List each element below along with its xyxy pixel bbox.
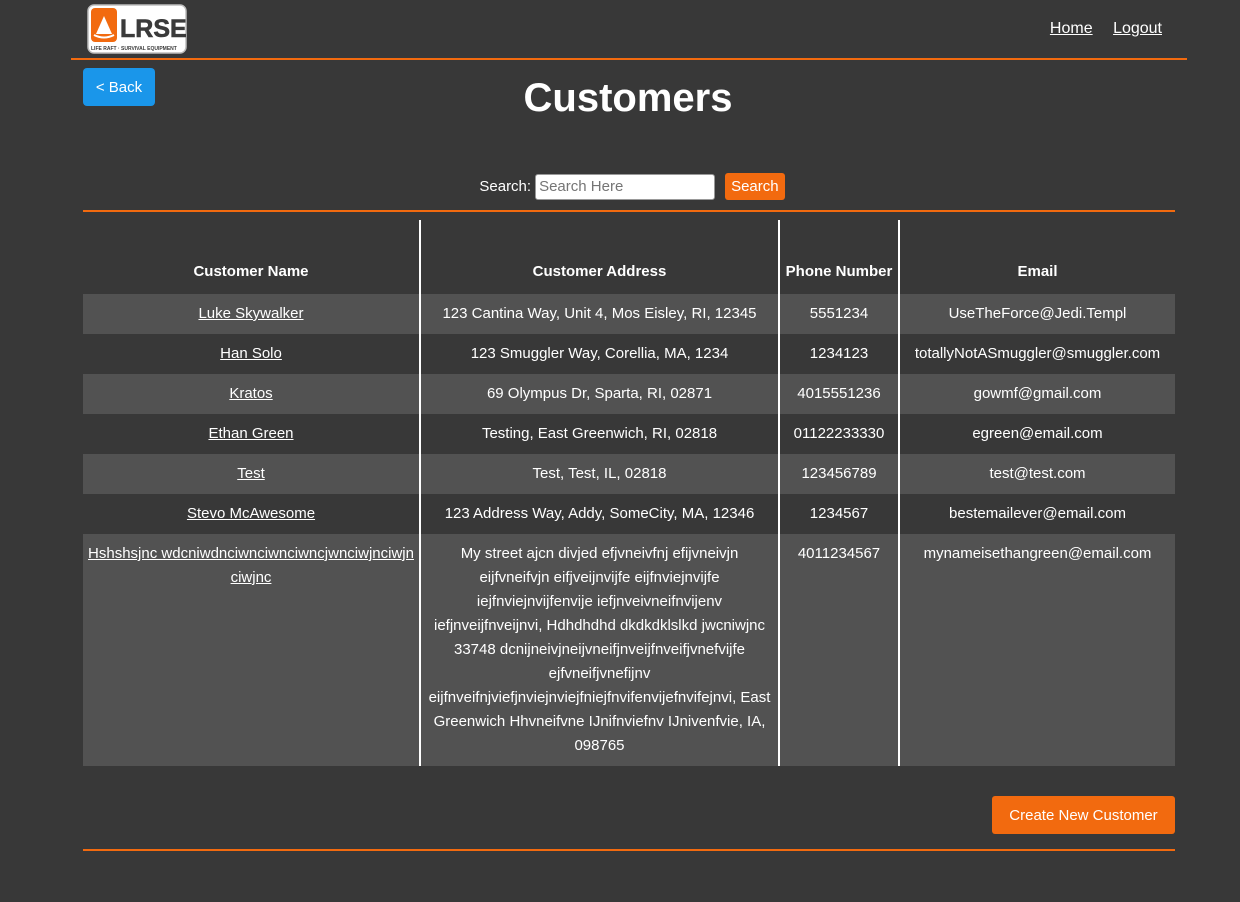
phone-cell: 123456789 xyxy=(778,454,899,494)
email-cell: totallyNotASmuggler@smuggler.com xyxy=(898,334,1175,374)
table-row: Luke Skywalker 123 Cantina Way, Unit 4, … xyxy=(83,294,1175,334)
divider xyxy=(83,849,1175,851)
table-row: Test Test, Test, IL, 02818 123456789 tes… xyxy=(83,454,1175,494)
table-row: Ethan Green Testing, East Greenwich, RI,… xyxy=(83,414,1175,454)
table-row: Stevo McAwesome 123 Address Way, Addy, S… xyxy=(83,494,1175,534)
customers-table: Customer Name Customer Address Phone Num… xyxy=(83,220,1175,766)
table-header-row: Customer Name Customer Address Phone Num… xyxy=(83,220,1175,294)
customer-name-link[interactable]: Ethan Green xyxy=(208,425,293,442)
header-customer-name: Customer Name xyxy=(193,263,309,280)
customer-name-link[interactable]: Hshshsjnc wdcniwdnciwnciwnciwncjwnciwjnc… xyxy=(88,545,414,586)
search-label: Search: xyxy=(479,178,532,195)
name-cell: Han Solo xyxy=(83,334,420,374)
customer-name-link[interactable]: Stevo McAwesome xyxy=(187,505,315,522)
phone-cell: 1234123 xyxy=(778,334,899,374)
name-cell: Luke Skywalker xyxy=(83,294,420,334)
header-email: Email xyxy=(898,220,1175,294)
customer-name-link[interactable]: Han Solo xyxy=(220,345,282,362)
email-cell: UseTheForce@Jedi.Templ xyxy=(898,294,1175,334)
header-customer-address: Customer Address xyxy=(419,220,779,294)
nav-logout-link[interactable]: Logout xyxy=(1113,20,1162,37)
address-cell: Testing, East Greenwich, RI, 02818 xyxy=(419,414,779,454)
svg-text:LIFE RAFT · SURVIVAL EQUIPMENT: LIFE RAFT · SURVIVAL EQUIPMENT xyxy=(91,46,177,52)
email-cell: test@test.com xyxy=(898,454,1175,494)
search-bar: Search: Search xyxy=(0,173,1240,200)
top-nav-links: Home Logout xyxy=(1034,20,1162,38)
name-cell: Kratos xyxy=(83,374,420,414)
name-cell: Test xyxy=(83,454,420,494)
lrse-logo[interactable]: LRSE LIFE RAFT · SURVIVAL EQUIPMENT xyxy=(87,4,187,54)
address-cell: 123 Address Way, Addy, SomeCity, MA, 123… xyxy=(419,494,779,534)
nav-home-link[interactable]: Home xyxy=(1050,20,1093,37)
email-cell: mynameisethangreen@email.com xyxy=(898,534,1175,766)
customer-name-link[interactable]: Kratos xyxy=(229,385,272,402)
email-cell: gowmf@gmail.com xyxy=(898,374,1175,414)
table-row: Hshshsjnc wdcniwdnciwnciwnciwncjwnciwjnc… xyxy=(83,534,1175,766)
create-new-customer-button[interactable]: Create New Customer xyxy=(992,796,1175,834)
email-cell: egreen@email.com xyxy=(898,414,1175,454)
header-phone-number: Phone Number xyxy=(778,220,899,294)
address-cell: 69 Olympus Dr, Sparta, RI, 02871 xyxy=(419,374,779,414)
phone-cell: 1234567 xyxy=(778,494,899,534)
phone-cell: 4011234567 xyxy=(778,534,899,766)
top-navbar: LRSE LIFE RAFT · SURVIVAL EQUIPMENT Home… xyxy=(71,0,1187,60)
svg-text:LRSE: LRSE xyxy=(120,15,187,43)
customer-name-link[interactable]: Test xyxy=(237,465,265,482)
phone-cell: 01122233330 xyxy=(778,414,899,454)
phone-cell: 4015551236 xyxy=(778,374,899,414)
customer-name-link[interactable]: Luke Skywalker xyxy=(198,305,303,322)
name-cell: Stevo McAwesome xyxy=(83,494,420,534)
search-input[interactable] xyxy=(535,173,716,200)
phone-cell: 5551234 xyxy=(778,294,899,334)
divider xyxy=(83,210,1175,212)
address-cell: My street ajcn divjed efjvneivfnj efijvn… xyxy=(419,534,779,766)
address-cell: 123 Smuggler Way, Corellia, MA, 1234 xyxy=(419,334,779,374)
table-row: Kratos 69 Olympus Dr, Sparta, RI, 02871 … xyxy=(83,374,1175,414)
email-cell: bestemailever@email.com xyxy=(898,494,1175,534)
table-row: Han Solo 123 Smuggler Way, Corellia, MA,… xyxy=(83,334,1175,374)
address-cell: 123 Cantina Way, Unit 4, Mos Eisley, RI,… xyxy=(419,294,779,334)
search-button[interactable]: Search xyxy=(725,173,785,200)
name-cell: Ethan Green xyxy=(83,414,420,454)
page-title: Customers xyxy=(523,76,733,120)
name-cell: Hshshsjnc wdcniwdnciwnciwnciwncjwnciwjnc… xyxy=(83,534,420,766)
address-cell: Test, Test, IL, 02818 xyxy=(419,454,779,494)
